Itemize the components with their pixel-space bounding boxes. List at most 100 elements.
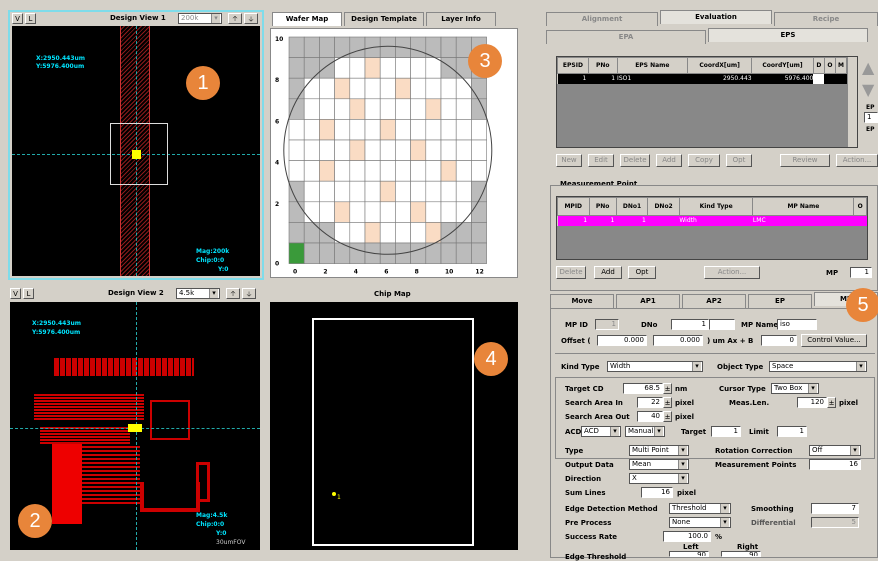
dno-field-2[interactable] — [709, 319, 735, 330]
wafer-die[interactable] — [288, 242, 305, 264]
mp-opt-button[interactable]: Opt — [628, 266, 656, 279]
l-button-2[interactable]: L — [23, 288, 34, 299]
mp-action-button[interactable]: Action... — [704, 266, 760, 279]
wafer-die[interactable] — [349, 180, 366, 203]
wafer-die[interactable] — [288, 180, 305, 203]
wafer-die[interactable] — [288, 160, 305, 182]
wafer-die[interactable] — [319, 36, 335, 58]
wafer-die[interactable] — [395, 222, 411, 244]
wafer-die[interactable] — [303, 77, 320, 100]
new-button[interactable]: New — [556, 154, 582, 167]
wafer-die[interactable] — [455, 222, 472, 244]
wafer-die[interactable] — [349, 98, 366, 120]
tab-ep[interactable]: EP — [748, 294, 812, 308]
wafer-die[interactable] — [425, 160, 442, 182]
edit-button[interactable]: Edit — [588, 154, 614, 167]
wafer-die[interactable] — [455, 160, 472, 182]
mp-add-button[interactable]: Add — [594, 266, 622, 279]
action-button[interactable]: Action... — [836, 154, 878, 167]
wafer-die[interactable] — [319, 180, 335, 203]
wafer-die[interactable] — [425, 98, 442, 120]
control-value-button[interactable]: Control Value... — [801, 334, 867, 347]
wafer-die[interactable] — [349, 242, 366, 264]
wafer-die[interactable] — [319, 139, 335, 161]
wafer-die[interactable] — [319, 98, 335, 120]
meas-len-spinner[interactable]: ± — [827, 397, 836, 408]
wafer-die[interactable] — [379, 36, 396, 58]
add-button[interactable]: Add — [656, 154, 682, 167]
wafer-die[interactable] — [395, 77, 411, 100]
tab-epa[interactable]: EPA — [546, 30, 706, 44]
wafer-die[interactable] — [303, 242, 320, 264]
pre-process-select[interactable]: None — [669, 517, 731, 528]
wafer-die[interactable] — [364, 180, 381, 203]
tab-recipe[interactable]: Recipe — [774, 12, 878, 26]
zoom-up-button[interactable]: 🡡 — [228, 13, 242, 24]
wafer-die[interactable] — [334, 139, 351, 161]
wafer-die[interactable] — [471, 160, 487, 182]
ep-side-field[interactable]: 1 — [864, 112, 878, 123]
acd-select[interactable]: ACD — [581, 426, 621, 437]
review-button[interactable]: Review — [780, 154, 830, 167]
mp-delete-button[interactable]: Delete — [556, 266, 586, 279]
wafer-die[interactable] — [440, 119, 457, 141]
wafer-die[interactable] — [379, 98, 396, 120]
wafer-die[interactable] — [364, 77, 381, 100]
wafer-die[interactable] — [319, 222, 335, 244]
zoom-up-button-2[interactable]: 🡡 — [226, 288, 240, 299]
wafer-die[interactable] — [349, 36, 366, 58]
wafer-die[interactable] — [410, 119, 427, 141]
mpoints-field[interactable]: 16 — [809, 459, 861, 470]
wafer-die[interactable] — [440, 77, 457, 100]
tab-alignment[interactable]: Alignment — [546, 12, 658, 26]
design-canvas-1[interactable]: X:2950.443um Y:5976.400um Mag:200k Chip:… — [12, 26, 260, 276]
offset-b-field[interactable]: 0 — [761, 335, 797, 346]
wafer-die[interactable] — [349, 57, 366, 79]
wafer-die[interactable] — [303, 180, 320, 203]
wafer-die[interactable] — [349, 119, 366, 141]
wafer-die[interactable] — [379, 222, 396, 244]
wafer-die[interactable] — [364, 160, 381, 182]
wafer-die[interactable] — [349, 160, 366, 182]
dno-field[interactable]: 1 — [671, 319, 709, 330]
wafer-die[interactable] — [471, 180, 487, 203]
wafer-die[interactable] — [395, 180, 411, 203]
wafer-die[interactable] — [288, 119, 305, 141]
delete-button[interactable]: Delete — [620, 154, 650, 167]
wafer-die[interactable] — [425, 77, 442, 100]
direction-select[interactable]: X — [629, 473, 689, 484]
wafer-die[interactable] — [425, 180, 442, 203]
wafer-die[interactable] — [349, 139, 366, 161]
wafer-die[interactable] — [364, 98, 381, 120]
tab-move[interactable]: Move — [550, 294, 614, 308]
edge-method-select[interactable]: Threshold — [669, 503, 731, 514]
wafer-die[interactable] — [334, 180, 351, 203]
wafer-die[interactable] — [471, 139, 487, 161]
cell[interactable] — [824, 74, 835, 84]
wafer-die[interactable] — [471, 119, 487, 141]
type-select[interactable]: Multi Point — [629, 445, 689, 456]
wafer-die[interactable] — [395, 119, 411, 141]
wafer-die[interactable] — [440, 139, 457, 161]
wafer-die[interactable] — [440, 222, 457, 244]
wafer-die[interactable] — [334, 201, 351, 223]
mpname-field[interactable]: iso — [777, 319, 817, 330]
wafer-die[interactable] — [410, 98, 427, 120]
wafer-die[interactable] — [471, 242, 487, 264]
down-arrow-icon[interactable]: ▼ — [862, 80, 878, 100]
wafer-die[interactable] — [288, 36, 305, 58]
meas-len-field[interactable]: 120 — [797, 397, 827, 408]
wafer-die[interactable] — [455, 119, 472, 141]
wafer-die[interactable] — [364, 57, 381, 79]
table-row[interactable]: 1 1 1 Width LMC — [557, 215, 867, 226]
tab-ap2[interactable]: AP2 — [682, 294, 746, 308]
wafer-die[interactable] — [471, 201, 487, 223]
zoom-down-button[interactable]: 🡣 — [244, 13, 258, 24]
wafer-die[interactable] — [440, 57, 457, 79]
wafer-die[interactable] — [379, 242, 396, 264]
zoom-select-1[interactable]: 200k — [178, 13, 222, 24]
wafer-die[interactable] — [410, 160, 427, 182]
wafer-die[interactable] — [471, 98, 487, 120]
wafer-die[interactable] — [440, 201, 457, 223]
wafer-die[interactable] — [471, 222, 487, 244]
